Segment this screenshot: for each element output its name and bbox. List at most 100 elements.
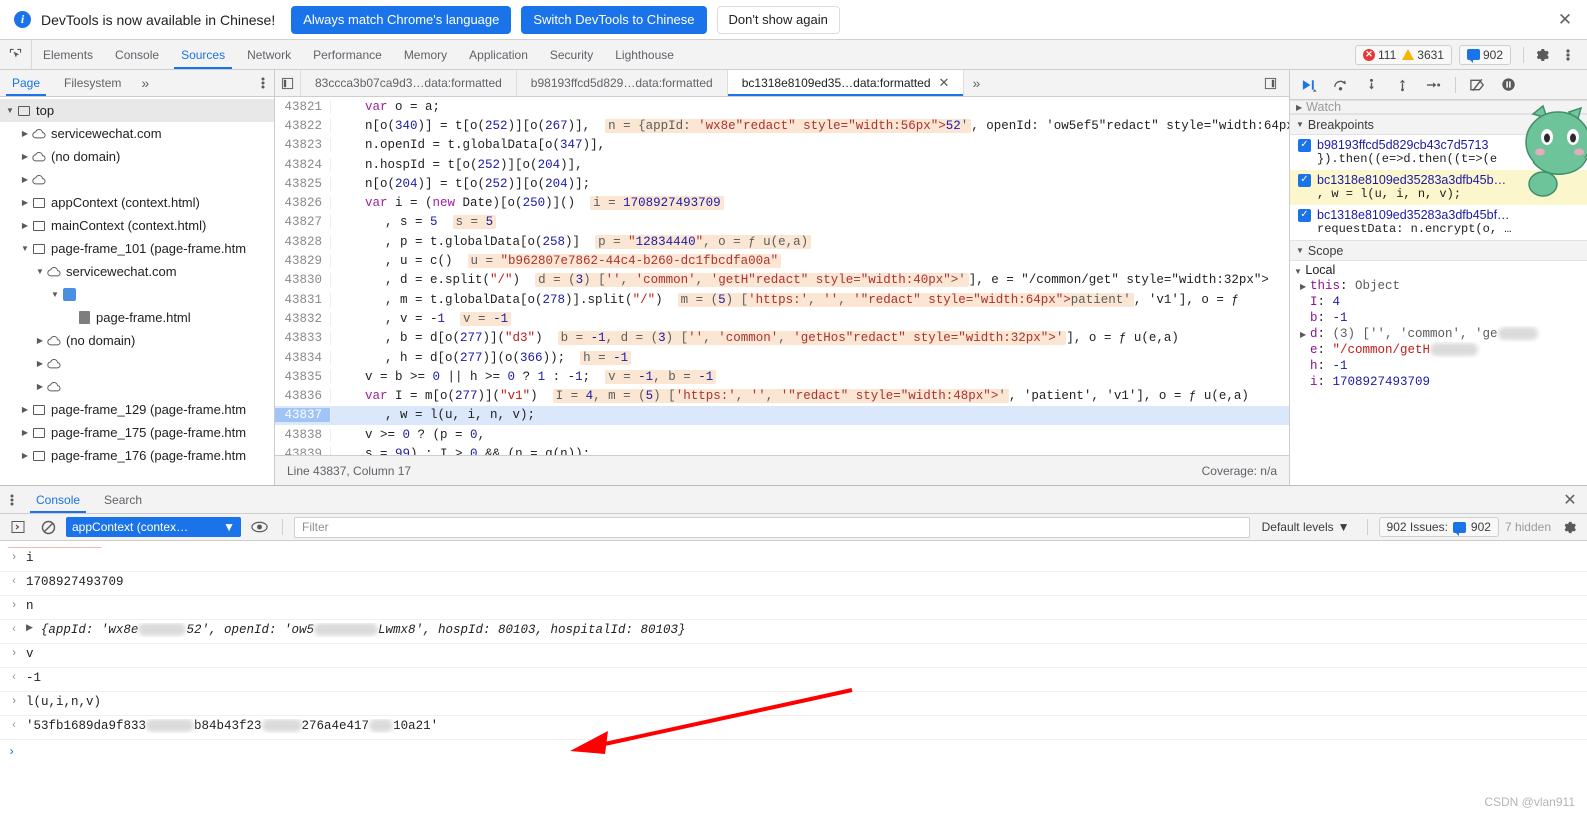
navigator-kebab-icon[interactable]	[252, 70, 274, 96]
code-line[interactable]: 43828, p = t.globalData[o(258)] p = "128…	[275, 232, 1289, 251]
issues-button[interactable]: 902 Issues: 902	[1378, 517, 1499, 537]
chevron-down-icon[interactable]: ▼	[19, 244, 31, 253]
code-editor[interactable]: 43821 var o = a; 43822 n[o(340)] = t[o(252)…	[275, 97, 1289, 455]
live-expression-eye-icon[interactable]	[247, 516, 271, 538]
breakpoints-section-header[interactable]: ▼ Breakpoints	[1290, 114, 1587, 135]
line-number[interactable]: 43839	[275, 446, 331, 455]
line-number[interactable]: 43825	[275, 176, 331, 191]
tree-item[interactable]: ▶ page-frame_176 (page-frame.htm	[0, 444, 274, 467]
code-line[interactable]: 43838 v >= 0 ? (p = 0,	[275, 425, 1289, 444]
step-out-icon[interactable]	[1389, 73, 1416, 97]
tab-console[interactable]: Console	[104, 40, 170, 69]
scope-variable[interactable]: h: -1	[1290, 358, 1587, 374]
chevron-right-icon[interactable]: ▶	[34, 382, 46, 391]
line-number[interactable]: 43829	[275, 254, 331, 269]
chevron-right-icon[interactable]: ▶	[19, 175, 31, 184]
code-line[interactable]: 43825 n[o(204)] = t[o(252)][o(204)];	[275, 174, 1289, 193]
line-number[interactable]: 43828	[275, 234, 331, 249]
chevron-right-icon[interactable]: ▶	[19, 152, 31, 161]
scope-variable[interactable]: ▶ this: Object	[1290, 278, 1587, 294]
breakpoint-item[interactable]: ✓ b98193ffcd5d829cb43c7d5713}).then((e=>d…	[1290, 135, 1587, 170]
scope-group-local[interactable]: ▼ Local	[1290, 261, 1587, 278]
editor-tab-2[interactable]: bc1318e8109ed35…data:formatted ✕	[727, 70, 965, 96]
close-icon[interactable]: ✕	[1553, 8, 1577, 32]
chevron-right-icon[interactable]: ▶	[19, 221, 31, 230]
tree-item[interactable]: ▶ mainContext (context.html)	[0, 214, 274, 237]
step-icon[interactable]	[1420, 73, 1447, 97]
tab-console-drawer[interactable]: Console	[24, 486, 92, 513]
code-line[interactable]: 43824 n.hospId = t[o(252)][o(204)],	[275, 155, 1289, 174]
code-line[interactable]: 43832, v = -1 v = -1	[275, 309, 1289, 328]
tree-item[interactable]: ▶ servicewechat.com	[0, 122, 274, 145]
switch-to-chinese-button[interactable]: Switch DevTools to Chinese	[521, 5, 707, 34]
line-number[interactable]: 43837	[275, 408, 331, 423]
tree-item[interactable]: ▶ (no domain)	[0, 329, 274, 352]
tab-filesystem[interactable]: Filesystem	[52, 70, 133, 96]
code-line[interactable]: 43831 , m = t.globalData[o(278)].split("/…	[275, 290, 1289, 309]
chevron-right-icon[interactable]: ▶	[19, 405, 31, 414]
breakpoint-checkbox[interactable]: ✓	[1298, 173, 1311, 187]
chevron-down-icon[interactable]: ▼	[4, 106, 16, 115]
dont-show-again-button[interactable]: Don't show again	[716, 5, 840, 34]
tree-item[interactable]: ▼	[0, 283, 274, 306]
line-number[interactable]: 43836	[275, 389, 331, 404]
tree-item[interactable]: ▶ page-frame_175 (page-frame.htm	[0, 421, 274, 444]
console-input-message[interactable]: › i	[0, 548, 1587, 572]
console-prompt[interactable]: ›	[0, 740, 1587, 764]
clear-console-icon[interactable]	[36, 516, 60, 538]
chevron-right-icon[interactable]: ▶	[1300, 282, 1310, 292]
console-settings-gear-icon[interactable]	[1557, 516, 1581, 538]
chevron-right-icon[interactable]: ▶	[34, 359, 46, 368]
console-sidebar-toggle-icon[interactable]	[6, 516, 30, 538]
more-options-kebab-icon[interactable]	[1555, 42, 1581, 68]
tree-item[interactable]: ▶	[0, 352, 274, 375]
chevron-right-icon[interactable]: ▶	[19, 129, 31, 138]
deactivate-breakpoints-icon[interactable]	[1464, 73, 1491, 97]
line-number[interactable]: 43822	[275, 118, 331, 133]
tree-item[interactable]: page-frame.html	[0, 306, 274, 329]
code-line[interactable]: 43827, s = 5 s = 5	[275, 213, 1289, 232]
drawer-kebab-icon[interactable]	[0, 486, 24, 513]
line-number[interactable]: 43824	[275, 157, 331, 172]
breakpoint-item[interactable]: ✓ bc1318e8109ed35283a3dfb45bf… requestData…	[1290, 205, 1587, 240]
line-number[interactable]: 43830	[275, 273, 331, 288]
line-number[interactable]: 43835	[275, 369, 331, 384]
editor-more-tabs-icon[interactable]: »	[964, 70, 988, 96]
log-levels-select[interactable]: Default levels ▼	[1256, 520, 1356, 534]
line-number[interactable]: 43832	[275, 311, 331, 326]
line-number[interactable]: 43834	[275, 350, 331, 365]
console-input-message[interactable]: › v	[0, 644, 1587, 668]
line-number[interactable]: 43823	[275, 138, 331, 153]
code-line[interactable]: 43822 n[o(340)] = t[o(252)][o(267)], n = …	[275, 116, 1289, 135]
tree-item[interactable]: ▶	[0, 375, 274, 398]
editor-tab-0[interactable]: 83ccca3b07ca9d3…data:formatted	[301, 70, 517, 96]
breakpoint-checkbox[interactable]: ✓	[1298, 138, 1311, 152]
tree-item[interactable]: ▼ servicewechat.com	[0, 260, 274, 283]
console-output-message[interactable]: ‹ 1708927493709	[0, 572, 1587, 596]
expand-object-icon[interactable]: ▶	[26, 623, 33, 633]
tree-item[interactable]: ▶ appContext (context.html)	[0, 191, 274, 214]
editor-tab-1[interactable]: b98193ffcd5d829…data:formatted	[516, 70, 728, 96]
always-match-language-button[interactable]: Always match Chrome's language	[291, 5, 512, 34]
code-line[interactable]: 43836 var I = m[o(277)]("v1") I = 4, m = …	[275, 386, 1289, 405]
chevron-right-icon[interactable]: ▶	[34, 336, 46, 345]
code-line[interactable]: 43833 , b = d[o(277)]("d3") b = -1, d = (…	[275, 329, 1289, 348]
chevron-right-icon[interactable]: ▶	[19, 428, 31, 437]
inspect-element-icon[interactable]	[0, 40, 32, 69]
scope-variable[interactable]: ▶ d: (3) ['', 'common', 'ge	[1290, 326, 1587, 342]
tab-security[interactable]: Security	[539, 40, 604, 69]
step-into-icon[interactable]	[1358, 73, 1385, 97]
line-number[interactable]: 43821	[275, 99, 331, 114]
resume-script-icon[interactable]	[1296, 73, 1323, 97]
tab-search-drawer[interactable]: Search	[92, 486, 154, 513]
line-number[interactable]: 43827	[275, 215, 331, 230]
line-number[interactable]: 43826	[275, 196, 331, 211]
watch-section-header[interactable]: ▶ Watch	[1290, 100, 1587, 114]
line-number[interactable]: 43833	[275, 331, 331, 346]
code-line[interactable]: 43834, h = d[o(277)](o(366)); h = -1	[275, 348, 1289, 367]
code-line[interactable]: 43826 var i = (new Date)[o(250)]() i = 17…	[275, 193, 1289, 212]
chevron-right-icon[interactable]: ▶	[19, 198, 31, 207]
gear-icon[interactable]	[1529, 42, 1555, 68]
show-navigator-icon[interactable]	[1257, 77, 1283, 90]
tab-performance[interactable]: Performance	[302, 40, 393, 69]
